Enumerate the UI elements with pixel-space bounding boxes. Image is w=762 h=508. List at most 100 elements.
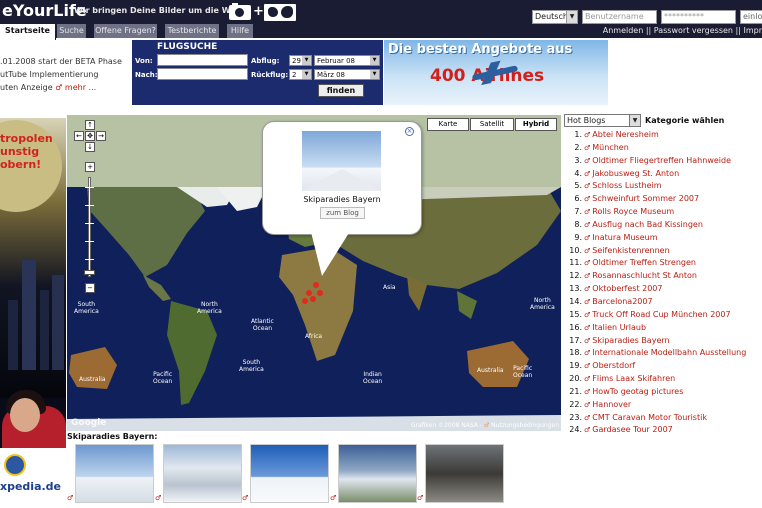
- blog-link[interactable]: Inatura Museum: [592, 233, 657, 242]
- to-input[interactable]: [157, 68, 248, 80]
- blog-link[interactable]: Jakobusweg St. Anton: [592, 169, 679, 178]
- blog-list-item[interactable]: 7. ♂ Rolls Royce Museum: [564, 206, 762, 219]
- blog-list-item[interactable]: 16. ♂ Italien Urlaub: [564, 322, 762, 335]
- blog-list-item[interactable]: 24. ♂ Gardasee Tour 2007: [564, 424, 762, 437]
- blog-list-item[interactable]: 12. ♂ Rosannaschlucht St Anton: [564, 270, 762, 283]
- blog-list-item[interactable]: 10. ♂ Seifenkistenrennen: [564, 245, 762, 258]
- thumbnail-photo[interactable]: [75, 444, 154, 503]
- blog-list-item[interactable]: 9. ♂ Inatura Museum: [564, 232, 762, 245]
- zoom-slider-thumb[interactable]: [84, 270, 95, 275]
- departure-day-select[interactable]: 29 ▼: [289, 55, 312, 66]
- password-input[interactable]: **********: [661, 10, 736, 24]
- tab-startseite[interactable]: Startseite: [0, 24, 56, 40]
- zoom-slider-track[interactable]: [88, 177, 91, 277]
- blog-list-item[interactable]: 23. ♂ CMT Caravan Motor Touristik: [564, 412, 762, 425]
- blog-list-item[interactable]: 17. ♂ Skiparadies Bayern: [564, 335, 762, 348]
- pin-icon: ♂: [584, 297, 591, 306]
- category-select[interactable]: Hot Blogs ▼: [564, 114, 641, 127]
- language-select[interactable]: Deutsch ▼: [532, 10, 578, 24]
- thumbnail-photo[interactable]: [338, 444, 417, 503]
- blog-list-item[interactable]: 20. ♂ Flims Laax Skifahren: [564, 373, 762, 386]
- terms-link[interactable]: Nutzungsbedingungen: [491, 422, 559, 429]
- blog-link[interactable]: Oktoberfest 2007: [592, 284, 662, 293]
- blog-link[interactable]: HowTo geotag pictures: [592, 387, 683, 396]
- map-marker[interactable]: [302, 298, 308, 304]
- login-button[interactable]: einlo: [740, 10, 762, 24]
- map-marker[interactable]: [317, 290, 323, 296]
- zoom-out-button[interactable]: −: [85, 283, 95, 293]
- thumbnail-photo[interactable]: [163, 444, 242, 503]
- to-blog-button[interactable]: zum Blog: [320, 207, 365, 219]
- blog-link[interactable]: Ausflug nach Bad Kissingen: [592, 220, 703, 229]
- thumbnail-photo[interactable]: [425, 444, 504, 503]
- blog-list-item[interactable]: 5. ♂ Schloss Lustheim: [564, 180, 762, 193]
- pan-left-button[interactable]: ←: [74, 131, 84, 141]
- map-marker[interactable]: [310, 296, 316, 302]
- blog-list-item[interactable]: 4. ♂ Jakobusweg St. Anton: [564, 168, 762, 181]
- airlines-banner-ad[interactable]: Die besten Angebote aus 400 Airlines: [384, 40, 608, 105]
- blog-link[interactable]: Seifenkistenrennen: [592, 246, 669, 255]
- blog-list-item[interactable]: 18. ♂ Internationale Modellbahn Ausstellun…: [564, 347, 762, 360]
- pan-center-button[interactable]: ✥: [85, 131, 95, 141]
- blog-link[interactable]: Flims Laax Skifahren: [592, 374, 675, 383]
- blog-link[interactable]: Truck Off Road Cup München 2007: [592, 310, 730, 319]
- pin-icon: ♂: [584, 426, 591, 435]
- blog-list-item[interactable]: 3. ♂ Oldtimer Fliegertreffen Hahnweide: [564, 155, 762, 168]
- pin-icon: ♂: [67, 494, 74, 502]
- more-link[interactable]: mehr ...: [65, 83, 96, 92]
- blog-link[interactable]: Hannover: [592, 400, 631, 409]
- pan-down-button[interactable]: ↓: [85, 142, 95, 152]
- pan-up-button[interactable]: ↑: [85, 120, 95, 130]
- blog-list-item[interactable]: 11. ♂ Oldtimer Treffen Strengen: [564, 257, 762, 270]
- blog-link[interactable]: Rosannaschlucht St Anton: [592, 271, 697, 280]
- blog-list-item[interactable]: 22. ♂ Hannover: [564, 399, 762, 412]
- blog-list-item[interactable]: 15. ♂ Truck Off Road Cup München 2007: [564, 309, 762, 322]
- blog-list-item[interactable]: 19. ♂ Oberstdorf: [564, 360, 762, 373]
- map-marker[interactable]: [313, 282, 319, 288]
- blog-link[interactable]: München: [592, 143, 629, 152]
- thumbnail-photo[interactable]: [250, 444, 329, 503]
- map-type-satellit[interactable]: Satellit: [470, 118, 514, 131]
- blog-link[interactable]: Barcelona2007: [592, 297, 652, 306]
- pin-icon: ♂: [330, 494, 337, 502]
- blog-link[interactable]: Internationale Modellbahn Ausstellung: [592, 348, 746, 357]
- map-marker[interactable]: [306, 290, 312, 296]
- blog-link[interactable]: Rolls Royce Museum: [592, 207, 674, 216]
- departure-month-select[interactable]: Februar 08 ▼: [314, 55, 380, 66]
- tab-hilfe[interactable]: Hilfe: [227, 24, 254, 38]
- tab-testberichte[interactable]: Testberichte: [165, 24, 220, 38]
- blog-list-item[interactable]: 6. ♂ Schweinfurt Sommer 2007: [564, 193, 762, 206]
- tab-offene-fragen[interactable]: Offene Fragen?: [94, 24, 158, 38]
- zoom-in-button[interactable]: +: [85, 162, 95, 172]
- blog-list-item[interactable]: 1. ♂ Abtei Neresheim: [564, 129, 762, 142]
- blog-link[interactable]: Italien Urlaub: [592, 323, 646, 332]
- from-input[interactable]: [157, 54, 248, 66]
- close-icon[interactable]: ×: [405, 127, 414, 136]
- popup-photo[interactable]: [302, 131, 381, 191]
- pan-right-button[interactable]: →: [96, 131, 106, 141]
- blog-link[interactable]: Schloss Lustheim: [592, 181, 661, 190]
- blog-list-item[interactable]: 8. ♂ Ausflug nach Bad Kissingen: [564, 219, 762, 232]
- blog-link[interactable]: Oldtimer Treffen Strengen: [592, 258, 696, 267]
- blog-link[interactable]: Oldtimer Fliegertreffen Hahnweide: [592, 156, 731, 165]
- account-links[interactable]: Anmelden || Passwort vergessen || Impr: [603, 26, 762, 35]
- map-type-hybrid[interactable]: Hybrid: [515, 118, 557, 131]
- blog-list-item[interactable]: 13. ♂ Oktoberfest 2007: [564, 283, 762, 296]
- blog-link[interactable]: Oberstdorf: [592, 361, 635, 370]
- tab-suche[interactable]: Suche: [57, 24, 87, 38]
- blog-link[interactable]: Schweinfurt Sommer 2007: [592, 194, 699, 203]
- blog-list-item[interactable]: 2. ♂ München: [564, 142, 762, 155]
- username-input[interactable]: Benutzername: [582, 10, 657, 24]
- blog-list-item[interactable]: 14. ♂ Barcelona2007: [564, 296, 762, 309]
- map-type-karte[interactable]: Karte: [427, 118, 469, 131]
- blog-link[interactable]: Gardasee Tour 2007: [592, 425, 672, 434]
- blog-list-item[interactable]: 21. ♂ HowTo geotag pictures: [564, 386, 762, 399]
- return-day-select[interactable]: 2 ▼: [289, 69, 312, 80]
- blog-link[interactable]: CMT Caravan Motor Touristik: [592, 413, 707, 422]
- google-logo[interactable]: Google: [71, 418, 106, 428]
- blog-link[interactable]: Skiparadies Bayern: [592, 336, 669, 345]
- find-button[interactable]: finden: [318, 84, 364, 97]
- return-month-select[interactable]: März 08 ▼: [314, 69, 380, 80]
- blog-link[interactable]: Abtei Neresheim: [592, 130, 659, 139]
- left-skyscraper-ad[interactable]: tropolen unstig obern! xpedia.de: [0, 118, 66, 508]
